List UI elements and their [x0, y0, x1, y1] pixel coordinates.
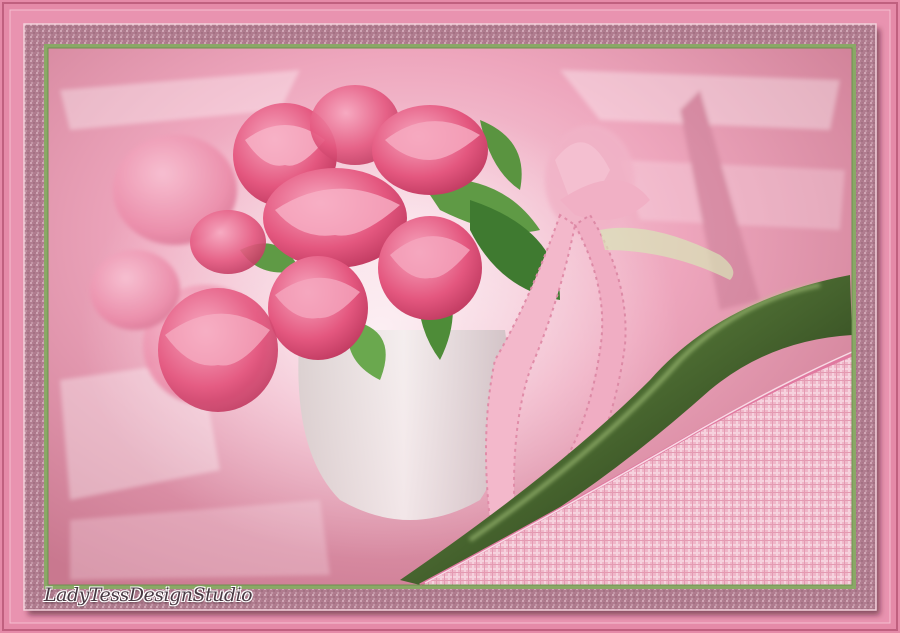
- artist-signature: LadyTessDesignStudio: [44, 584, 253, 606]
- wallpaper-canvas: LadyTessDesignStudio: [0, 0, 900, 633]
- tulip-artwork: [0, 0, 900, 633]
